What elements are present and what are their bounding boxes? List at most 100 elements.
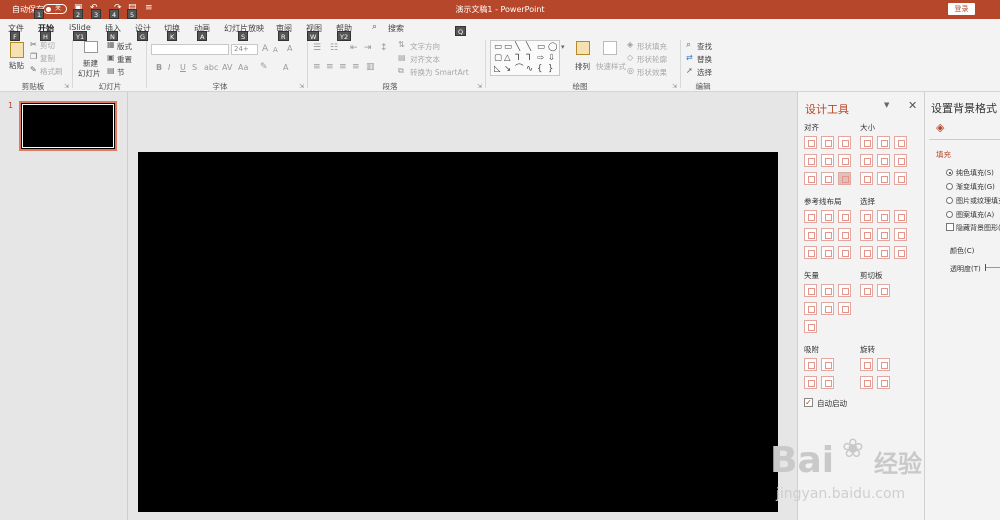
font-name-combobox[interactable] <box>151 44 229 55</box>
align-right-icon[interactable]: ≡ <box>339 62 347 72</box>
triangle-shape-icon[interactable]: △ <box>504 53 511 63</box>
align-tool-button[interactable] <box>821 172 834 185</box>
shape-effects-button[interactable]: 形状效果 <box>637 67 667 78</box>
tell-me-search[interactable]: 搜索 <box>388 23 404 34</box>
select-tool-button[interactable] <box>860 246 873 259</box>
guides-tool-button[interactable] <box>838 228 851 241</box>
size-tool-button[interactable] <box>894 154 907 167</box>
brace-left-shape-icon[interactable]: { <box>537 64 542 74</box>
align-left-icon[interactable]: ≡ <box>313 62 321 72</box>
font-launcher-icon[interactable]: ⇲ <box>299 83 304 90</box>
indent-icon[interactable]: ⇤ <box>350 43 358 53</box>
justify-icon[interactable]: ≡ <box>352 62 360 72</box>
change-case-icon[interactable]: Aa <box>238 63 248 73</box>
down-arrow-shape-icon[interactable]: ⇩ <box>548 53 555 63</box>
size-tool-button[interactable] <box>877 154 890 167</box>
char-spacing-icon[interactable]: AV <box>222 63 232 73</box>
guides-tool-button[interactable] <box>821 228 834 241</box>
paste-icon[interactable] <box>10 42 24 58</box>
rotate-tool-button[interactable] <box>877 358 890 371</box>
guides-tool-button[interactable] <box>821 246 834 259</box>
login-button[interactable]: 登录 <box>948 3 975 15</box>
vector-tool-button[interactable] <box>804 302 817 315</box>
align-tool-button[interactable] <box>838 172 851 185</box>
hide-background-checkbox[interactable] <box>946 223 954 231</box>
clipboard-tool-button[interactable] <box>877 284 890 297</box>
snap-tool-button[interactable] <box>804 358 817 371</box>
select-button[interactable]: 选择 <box>697 67 712 78</box>
arrange-button[interactable]: 排列 <box>575 61 590 72</box>
customize-qat-icon[interactable]: ≡ <box>145 3 153 13</box>
shapes-gallery[interactable]: ▭ ▭ ╲ ╲ ▭ ◯ ▢ △ ⅂ ⅂ ⇨ ⇩ ◺ ↘ ⌒ ∿ { } <box>490 40 560 76</box>
vertical-textbox-shape-icon[interactable]: ▭ <box>504 42 512 52</box>
align-tool-button[interactable] <box>821 154 834 167</box>
search-icon[interactable]: ⌕ <box>372 22 377 32</box>
snap-tool-button[interactable] <box>821 358 834 371</box>
size-tool-button[interactable] <box>877 136 890 149</box>
clear-format-icon[interactable]: A <box>287 44 292 54</box>
align-tool-button[interactable] <box>804 136 817 149</box>
shape-fill-button[interactable]: 形状填充 <box>637 41 667 52</box>
bullets-icon[interactable]: ☰ <box>313 43 321 53</box>
align-tool-button[interactable] <box>838 136 851 149</box>
outdent-icon[interactable]: ⇥ <box>364 43 372 53</box>
transparency-slider[interactable] <box>985 264 1000 271</box>
replace-button[interactable]: 替换 <box>697 54 712 65</box>
strikethrough-icon[interactable]: abc <box>204 63 218 73</box>
drawing-launcher-icon[interactable]: ⇲ <box>672 83 677 90</box>
pane-options-icon[interactable]: ▼ <box>884 101 889 109</box>
align-tool-button[interactable] <box>821 136 834 149</box>
vector-tool-button[interactable] <box>838 302 851 315</box>
snap-tool-button[interactable] <box>821 376 834 389</box>
select-tool-button[interactable] <box>894 246 907 259</box>
find-button[interactable]: 查找 <box>697 41 712 52</box>
connector-icon[interactable]: ⅂ <box>526 53 531 63</box>
rotate-tool-button[interactable] <box>877 376 890 389</box>
select-tool-button[interactable] <box>877 210 890 223</box>
size-tool-button[interactable] <box>877 172 890 185</box>
size-tool-button[interactable] <box>860 136 873 149</box>
size-tool-button[interactable] <box>860 154 873 167</box>
copy-button[interactable]: 复制 <box>40 53 55 64</box>
rotate-tool-button[interactable] <box>860 376 873 389</box>
format-painter-button[interactable]: 格式刷 <box>40 66 63 77</box>
autostart-checkbox[interactable]: ✓ <box>804 398 813 407</box>
select-tool-button[interactable] <box>894 210 907 223</box>
vector-tool-button[interactable] <box>804 284 817 297</box>
align-tool-button[interactable] <box>804 172 817 185</box>
paragraph-launcher-icon[interactable]: ⇲ <box>477 83 482 90</box>
shape-outline-button[interactable]: 形状轮廓 <box>637 54 667 65</box>
arc-shape-icon[interactable]: ⌒ <box>515 64 524 74</box>
size-tool-button[interactable] <box>894 136 907 149</box>
fill-section-header[interactable]: 填充 <box>936 149 951 160</box>
reset-button[interactable]: 重置 <box>117 54 132 65</box>
text-direction-button[interactable]: 文字方向 <box>410 41 440 52</box>
size-tool-button[interactable] <box>894 172 907 185</box>
oval-shape-icon[interactable]: ◯ <box>548 42 558 52</box>
line2-shape-icon[interactable]: ╲ <box>526 42 531 52</box>
highlight-icon[interactable]: ✎ <box>260 62 268 72</box>
autosave-toggle[interactable]: 关 <box>43 4 67 14</box>
section-button[interactable]: 节 <box>117 67 125 78</box>
vector-tool-button[interactable] <box>821 302 834 315</box>
size-tool-button[interactable] <box>860 172 873 185</box>
rectangle-shape-icon[interactable]: ▭ <box>537 42 545 52</box>
new-slide-icon[interactable] <box>84 41 98 53</box>
right-arrow-shape-icon[interactable]: ⇨ <box>537 53 544 63</box>
select-tool-button[interactable] <box>860 228 873 241</box>
rotate-tool-button[interactable] <box>860 358 873 371</box>
elbow-connector-icon[interactable]: ⅂ <box>515 53 520 63</box>
underline-icon[interactable]: U <box>180 63 186 73</box>
brace-right-shape-icon[interactable]: } <box>548 64 553 74</box>
vector-tool-button[interactable] <box>838 284 851 297</box>
select-tool-button[interactable] <box>877 246 890 259</box>
arrange-icon[interactable] <box>576 41 590 55</box>
quick-styles-icon[interactable] <box>603 41 617 55</box>
textbox-shape-icon[interactable]: ▭ <box>494 42 502 52</box>
font-size-combobox[interactable]: 24+ <box>231 44 258 55</box>
guides-tool-button[interactable] <box>804 228 817 241</box>
grow-font-icon[interactable]: A <box>262 44 268 54</box>
fill-bucket-icon[interactable]: ◈ <box>936 121 944 134</box>
guides-tool-button[interactable] <box>804 210 817 223</box>
curve-shape-icon[interactable]: ↘ <box>504 64 511 74</box>
